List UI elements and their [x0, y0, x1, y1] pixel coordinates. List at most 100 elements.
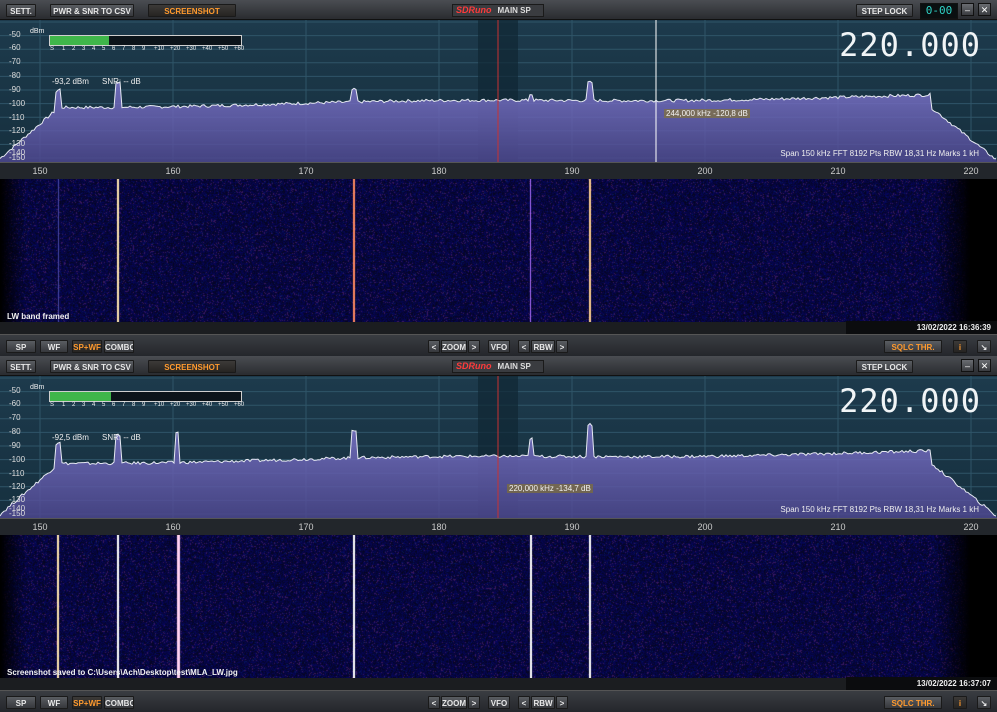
- power-readout: -93,2 dBm: [52, 77, 89, 86]
- s-meter-tick: +50: [218, 402, 229, 408]
- s-meter-tick: +30: [186, 46, 197, 52]
- pwr-snr-csv-button[interactable]: PWR & SNR TO CSV: [50, 4, 134, 17]
- screenshot-button[interactable]: SCREENSHOT: [148, 4, 236, 17]
- dbm-tick: -120: [9, 126, 26, 135]
- dbm-tick: -100: [9, 455, 26, 464]
- sp-wf-view-button[interactable]: SP+WF: [72, 696, 102, 709]
- vfo-button[interactable]: VFO: [488, 340, 510, 353]
- rbw-increase-icon[interactable]: >: [556, 696, 568, 709]
- panel-bottom-bar: SP WF SP+WF COMBO < ZOOM > VFO < RBW > S…: [0, 690, 997, 712]
- logo-mode: MAIN SP: [497, 362, 531, 371]
- frequency-tick: 220: [963, 166, 979, 176]
- sqlc-threshold-button[interactable]: SQLC THR.: [884, 696, 942, 709]
- sqlc-threshold-button[interactable]: SQLC THR.: [884, 340, 942, 353]
- zoom-label: ZOOM: [441, 340, 467, 353]
- dbm-tick: -50: [9, 386, 21, 395]
- s-meter-tick: 6: [112, 46, 116, 52]
- minimize-icon[interactable]: –: [961, 3, 974, 16]
- settings-button[interactable]: SETT.: [6, 360, 36, 373]
- s-meter-tick: +40: [202, 46, 213, 52]
- dbm-tick: -60: [9, 399, 21, 408]
- dbm-unit-label: dBm: [30, 28, 45, 35]
- sdruno-logo: SDRuno MAIN SP: [452, 360, 544, 373]
- frequency-tick: 190: [564, 166, 580, 176]
- dbm-tick: -90: [9, 441, 21, 450]
- step-lock-button[interactable]: STEP LOCK: [856, 360, 913, 373]
- dbm-tick: -100: [9, 99, 26, 108]
- rbw-label: RBW: [531, 340, 555, 353]
- s-meter-tick: 4: [92, 46, 96, 52]
- dbm-tick: -110: [9, 113, 25, 122]
- sp-wf-view-button[interactable]: SP+WF: [72, 340, 102, 353]
- vfo-button[interactable]: VFO: [488, 696, 510, 709]
- dbm-tick: -70: [9, 413, 21, 422]
- frequency-axis[interactable]: 1501601701801902002102202302402502602702…: [0, 518, 997, 536]
- s-meter-tick: +30: [186, 402, 197, 408]
- frequency-tick: 150: [32, 522, 48, 532]
- close-icon[interactable]: ✕: [978, 359, 991, 372]
- combo-view-button[interactable]: COMBO: [104, 696, 134, 709]
- wf-view-button[interactable]: WF: [40, 340, 68, 353]
- step-lock-button[interactable]: STEP LOCK: [856, 4, 913, 17]
- frequency-tick: 150: [32, 166, 48, 176]
- panel-bottom-bar: SP WF SP+WF COMBO < ZOOM > VFO < RBW > S…: [0, 334, 997, 356]
- panel-toolbar: SETT. PWR & SNR TO CSV SCREENSHOT SDRuno…: [0, 356, 997, 376]
- zoom-in-icon[interactable]: >: [468, 340, 480, 353]
- s-meter-tick: +10: [154, 402, 165, 408]
- sp-view-button[interactable]: SP: [6, 696, 36, 709]
- s-meter-tick: +60: [234, 402, 245, 408]
- info-button[interactable]: i: [953, 696, 967, 709]
- s-meter: [49, 391, 242, 402]
- frequency-axis[interactable]: 1501601701801902002102202302402502602702…: [0, 162, 997, 180]
- zoom-out-icon[interactable]: <: [428, 340, 440, 353]
- screenshot-button[interactable]: SCREENSHOT: [148, 360, 236, 373]
- spectrum-info: Span 150 kHz FFT 8192 Pts RBW 18,31 Hz M…: [780, 505, 979, 514]
- resize-icon[interactable]: ↘: [977, 340, 991, 353]
- dbm-tick: -60: [9, 43, 21, 52]
- dbm-tick: -150: [9, 509, 26, 518]
- s-meter-tick: 8: [132, 402, 136, 408]
- s-meter-tick: 5: [102, 46, 106, 52]
- s-meter-tick: 4: [92, 402, 96, 408]
- frequency-display[interactable]: 220.000: [839, 26, 981, 64]
- zoom-in-icon[interactable]: >: [468, 696, 480, 709]
- close-icon[interactable]: ✕: [978, 3, 991, 16]
- dbm-tick: -130: [9, 495, 26, 504]
- dbm-tick: -50: [9, 30, 21, 39]
- s-meter-tick: 5: [102, 402, 106, 408]
- settings-button[interactable]: SETT.: [6, 4, 36, 17]
- dbm-tick: -90: [9, 85, 21, 94]
- rbw-increase-icon[interactable]: >: [556, 340, 568, 353]
- rbw-decrease-icon[interactable]: <: [518, 696, 530, 709]
- rbw-label: RBW: [531, 696, 555, 709]
- dbm-scale: -50 -60 -70 -80 -90 -100 -110 -120 -130 …: [0, 20, 40, 162]
- s-meter-tick: +10: [154, 46, 165, 52]
- info-button[interactable]: i: [953, 340, 967, 353]
- minimize-icon[interactable]: –: [961, 359, 974, 372]
- frequency-tick: 190: [564, 522, 580, 532]
- sp-view-button[interactable]: SP: [6, 340, 36, 353]
- combo-view-button[interactable]: COMBO: [104, 340, 134, 353]
- frequency-tick: 180: [431, 166, 447, 176]
- logo-mode: MAIN SP: [497, 6, 531, 15]
- dbm-tick: -70: [9, 57, 21, 66]
- s-meter-ticks: S 1 2 3 4 5 6 7 8 9 +10 +20 +30 +40 +50 +60: [50, 402, 245, 411]
- dbm-tick: -150: [9, 153, 26, 162]
- frequency-display[interactable]: 220.000: [839, 382, 981, 420]
- snr-readout: SNR: -- dB: [102, 77, 141, 86]
- s-meter-tick: +20: [170, 402, 181, 408]
- s-meter-tick: +40: [202, 402, 213, 408]
- s-meter-tick: 2: [72, 402, 76, 408]
- pwr-snr-csv-button[interactable]: PWR & SNR TO CSV: [50, 360, 134, 373]
- panel-toolbar: SETT. PWR & SNR TO CSV SCREENSHOT SDRuno…: [0, 0, 997, 20]
- s-meter-tick: 9: [142, 46, 146, 52]
- waterfall-display[interactable]: [0, 179, 997, 322]
- resize-icon[interactable]: ↘: [977, 696, 991, 709]
- rbw-decrease-icon[interactable]: <: [518, 340, 530, 353]
- waterfall-status-label: LW band framed: [7, 312, 70, 321]
- waterfall-display[interactable]: [0, 535, 997, 678]
- zoom-label: ZOOM: [441, 696, 467, 709]
- wf-view-button[interactable]: WF: [40, 696, 68, 709]
- zoom-out-icon[interactable]: <: [428, 696, 440, 709]
- waterfall-status-label: Screenshot saved to C:\Users\Ach\Desktop…: [7, 668, 238, 677]
